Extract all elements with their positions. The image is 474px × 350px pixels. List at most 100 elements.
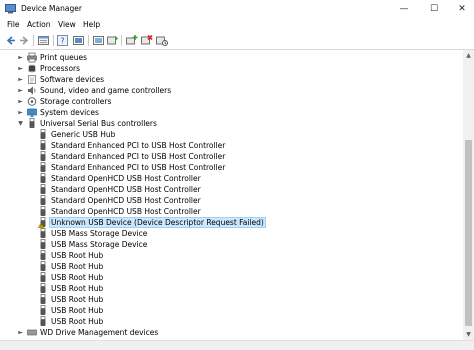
speaker-icon <box>28 86 36 95</box>
tree-device-label: USB Root Hub <box>51 295 104 304</box>
uninstall-icon[interactable] <box>140 34 153 47</box>
help-icon[interactable]: ? <box>56 34 69 47</box>
menu-help[interactable]: Help <box>83 19 100 31</box>
chevron-right-icon[interactable]: ► <box>17 108 24 117</box>
tree-device-item[interactable]: USB Root Hub <box>0 250 463 261</box>
tree-category[interactable]: ► WD Drive Management devices <box>0 327 463 338</box>
close-button[interactable]: ✕ <box>448 0 474 18</box>
usb-device-icon <box>40 129 46 139</box>
processor-icon <box>28 64 36 73</box>
tree-device-item[interactable]: USB Root Hub <box>0 294 463 305</box>
menu-bar: File Action View Help <box>0 18 474 32</box>
tree-device-label: USB Root Hub <box>51 317 104 326</box>
toolbar-separator <box>88 35 89 46</box>
tree-category-label: Storage controllers <box>40 97 112 106</box>
tree-device-item[interactable]: Standard OpenHCD USB Host Controller <box>0 206 463 217</box>
usb-icon <box>29 118 35 128</box>
tree-category[interactable]: ► Sound, video and game controllers <box>0 85 463 96</box>
usb-device-icon <box>40 239 46 249</box>
tree-category-label: Universal Serial Bus controllers <box>40 119 157 128</box>
vertical-scrollbar[interactable]: ▲ ▼ <box>463 50 474 340</box>
scan-icon[interactable] <box>125 34 138 47</box>
tree-category[interactable]: ► Processors <box>0 63 463 74</box>
chevron-right-icon[interactable]: ► <box>17 328 24 337</box>
usb-device-icon <box>40 206 46 216</box>
tree-device-item[interactable]: USB Root Hub <box>0 261 463 272</box>
title-bar[interactable]: Device Manager — ☐ ✕ <box>0 0 474 18</box>
update-driver-icon[interactable] <box>106 34 119 47</box>
chevron-right-icon[interactable]: ► <box>17 75 24 84</box>
tree-device-label: Generic USB Hub <box>51 130 116 139</box>
toolbar-separator <box>121 35 122 46</box>
tree-device-item[interactable]: Standard OpenHCD USB Host Controller <box>0 184 463 195</box>
tree-category-label: Software devices <box>40 75 104 84</box>
chevron-right-icon[interactable]: ► <box>17 64 24 73</box>
scrollbar-thumb[interactable] <box>465 140 472 326</box>
scan-icon[interactable] <box>72 34 85 47</box>
device-manager-icon <box>5 4 16 14</box>
tree-device-label: USB Mass Storage Device <box>51 229 148 238</box>
tree-category[interactable]: ► Software devices <box>0 74 463 85</box>
tree-category[interactable]: ► Print queues <box>0 52 463 63</box>
tree-device-item[interactable]: USB Root Hub <box>0 272 463 283</box>
tree-device-item[interactable]: USB Mass Storage Device <box>0 239 463 250</box>
tree-device-item[interactable]: USB Mass Storage Device <box>0 228 463 239</box>
scroll-down-icon[interactable]: ▼ <box>463 329 474 340</box>
tree-device-label: Standard OpenHCD USB Host Controller <box>51 207 201 216</box>
tree-category[interactable]: ► System devices <box>0 107 463 118</box>
menu-action[interactable]: Action <box>27 19 51 31</box>
tree-device-label: Standard OpenHCD USB Host Controller <box>51 196 201 205</box>
tree-device-label: USB Mass Storage Device <box>51 240 148 249</box>
chevron-right-icon[interactable]: ► <box>17 97 24 106</box>
tree-device-label: USB Root Hub <box>51 251 104 260</box>
properties-icon[interactable] <box>37 34 50 47</box>
software-icon <box>28 75 36 84</box>
tree-device-item[interactable]: Standard OpenHCD USB Host Controller <box>0 173 463 184</box>
chevron-right-icon[interactable]: ► <box>17 53 24 62</box>
toolbar-separator <box>53 35 54 46</box>
tree-device-label: USB Root Hub <box>51 284 104 293</box>
printer-icon <box>27 52 37 63</box>
usb-device-icon <box>40 316 46 326</box>
chevron-right-icon[interactable]: ► <box>17 86 24 95</box>
back-icon[interactable] <box>4 34 17 47</box>
menu-view[interactable]: View <box>58 19 76 31</box>
tree-device-item[interactable]: Standard OpenHCD USB Host Controller <box>0 195 463 206</box>
scroll-up-icon[interactable]: ▲ <box>463 50 474 61</box>
tree-category-label: Sound, video and game controllers <box>40 86 172 95</box>
tree-device-item[interactable]: USB Root Hub <box>0 305 463 316</box>
drive-icon <box>27 329 37 336</box>
forward-icon[interactable] <box>18 34 31 47</box>
menu-file[interactable]: File <box>7 19 20 31</box>
tree-device-item[interactable]: USB Root Hub <box>0 316 463 327</box>
tree-category-label: System devices <box>40 108 99 117</box>
tree-device-item[interactable]: Standard Enhanced PCI to USB Host Contro… <box>0 162 463 173</box>
tree-device-item-selected[interactable]: Unknown USB Device (Device Descriptor Re… <box>0 217 463 228</box>
system-icon <box>27 108 37 117</box>
toolbar-separator <box>33 35 34 46</box>
usb-device-icon <box>40 228 46 238</box>
tree-device-item[interactable]: Standard Enhanced PCI to USB Host Contro… <box>0 151 463 162</box>
warning-usb-device-icon <box>38 217 46 228</box>
tree-device-label: Standard OpenHCD USB Host Controller <box>51 185 201 194</box>
tree-category-label: WD Drive Management devices <box>40 328 159 337</box>
tree-device-item[interactable]: Generic USB Hub <box>0 129 463 140</box>
tree-category-usb[interactable]: ▼ Universal Serial Bus controllers <box>0 118 463 129</box>
tree-device-label: USB Root Hub <box>51 273 104 282</box>
usb-device-icon <box>40 283 46 293</box>
tree-device-label: Unknown USB Device (Device Descriptor Re… <box>49 217 266 228</box>
tree-category[interactable]: ► Storage controllers <box>0 96 463 107</box>
usb-device-icon <box>40 162 46 172</box>
toolbar: ? <box>0 32 474 50</box>
tree-device-label: Standard Enhanced PCI to USB Host Contro… <box>51 163 226 172</box>
maximize-button[interactable]: ☐ <box>420 0 448 18</box>
tree-device-item[interactable]: Standard Enhanced PCI to USB Host Contro… <box>0 140 463 151</box>
chevron-down-icon[interactable]: ▼ <box>17 119 24 128</box>
minimize-button[interactable]: — <box>390 0 418 18</box>
disable-icon[interactable] <box>155 34 168 47</box>
tree-device-item[interactable]: USB Root Hub <box>0 283 463 294</box>
tree-category-label: Print queues <box>40 53 88 62</box>
tree-device-label: USB Root Hub <box>51 262 104 271</box>
usb-device-icon <box>40 294 46 304</box>
update-driver-icon[interactable] <box>92 34 105 47</box>
